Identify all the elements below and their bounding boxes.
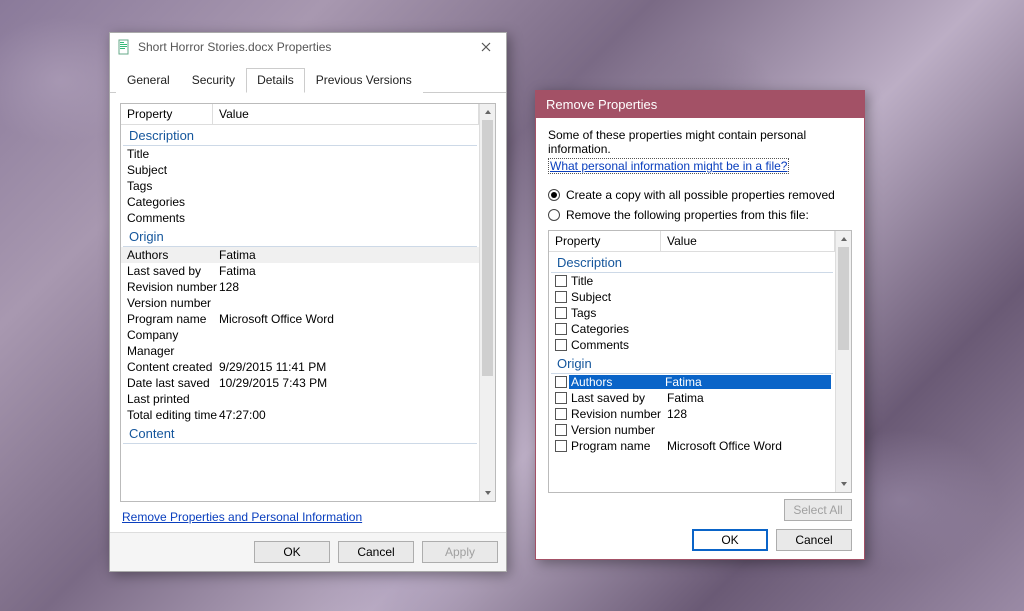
checkbox-icon [555,392,567,404]
column-value[interactable]: Value [661,231,835,251]
group-origin: Origin [123,226,477,247]
list-header[interactable]: Property Value [549,231,835,252]
checkbox-icon [555,323,567,335]
group-description: Description [123,125,477,146]
titlebar[interactable]: Remove Properties [536,91,864,118]
row-company[interactable]: Company [121,327,479,343]
note-text: Some of these properties might contain p… [548,128,852,156]
scroll-down-icon[interactable] [480,485,495,501]
radio-label: Create a copy with all possible properti… [566,188,835,202]
ok-button[interactable]: OK [254,541,330,563]
checkbox-icon [555,440,567,452]
scrollbar[interactable] [479,104,495,501]
scroll-up-icon[interactable] [480,104,495,120]
cancel-button[interactable]: Cancel [776,529,852,551]
check-program-name[interactable]: Program nameMicrosoft Office Word [549,438,835,454]
title-suffix: Properties [277,40,332,54]
titlebar[interactable]: Short Horror Stories.docx Properties [110,33,506,63]
document-icon [116,39,132,55]
row-last-printed[interactable]: Last printed [121,391,479,407]
scrollbar[interactable] [835,231,851,492]
checkbox-icon [555,307,567,319]
row-date-last-saved[interactable]: Date last saved10/29/2015 7:43 PM [121,375,479,391]
close-button[interactable] [472,37,500,57]
checkbox-icon [555,376,567,388]
row-authors[interactable]: AuthorsFatima [121,247,479,263]
apply-button[interactable]: Apply [422,541,498,563]
row-comments[interactable]: Comments [121,210,479,226]
dialog-buttons: OK Cancel Apply [110,532,506,571]
cancel-button[interactable]: Cancel [338,541,414,563]
checkbox-icon [555,339,567,351]
check-last-saved-by[interactable]: Last saved byFatima [549,390,835,406]
check-subject[interactable]: Subject [549,289,835,305]
column-value[interactable]: Value [213,104,479,124]
select-all-button[interactable]: Select All [784,499,852,521]
tab-previous-versions[interactable]: Previous Versions [305,68,423,93]
check-categories[interactable]: Categories [549,321,835,337]
check-version-number[interactable]: Version number [549,422,835,438]
check-comments[interactable]: Comments [549,337,835,353]
group-content: Content [123,423,477,444]
file-properties-dialog: Short Horror Stories.docx Properties Gen… [109,32,507,572]
column-property[interactable]: Property [549,231,661,251]
row-subject[interactable]: Subject [121,162,479,178]
details-list: Property Value Description Title Subject… [120,103,496,502]
column-property[interactable]: Property [121,104,213,124]
row-tags[interactable]: Tags [121,178,479,194]
row-title[interactable]: Title [121,146,479,162]
row-manager[interactable]: Manager [121,343,479,359]
scroll-down-icon[interactable] [836,476,851,492]
row-categories[interactable]: Categories [121,194,479,210]
checkbox-icon [555,275,567,287]
checkbox-icon [555,424,567,436]
title-filename: Short Horror Stories.docx [138,40,273,54]
row-version-number[interactable]: Version number [121,295,479,311]
radio-icon [548,189,560,201]
tab-security[interactable]: Security [181,68,246,93]
dialog-buttons: OK Cancel [548,521,852,551]
list-header[interactable]: Property Value [121,104,479,125]
tab-strip: General Security Details Previous Versio… [110,67,506,93]
check-authors[interactable]: AuthorsFatima [549,374,835,390]
row-content-created[interactable]: Content created9/29/2015 11:41 PM [121,359,479,375]
ok-button[interactable]: OK [692,529,768,551]
row-revision-number[interactable]: Revision number128 [121,279,479,295]
radio-label: Remove the following properties from thi… [566,208,809,222]
radio-icon [548,209,560,221]
checkbox-icon [555,291,567,303]
group-description: Description [551,252,833,273]
row-program-name[interactable]: Program nameMicrosoft Office Word [121,311,479,327]
tab-general[interactable]: General [116,68,181,93]
radio-create-copy[interactable]: Create a copy with all possible properti… [548,188,852,202]
check-tags[interactable]: Tags [549,305,835,321]
check-revision-number[interactable]: Revision number128 [549,406,835,422]
remove-properties-link[interactable]: Remove Properties and Personal Informati… [120,502,496,528]
remove-list: Property Value Description Title Subject… [548,230,852,493]
check-title[interactable]: Title [549,273,835,289]
row-total-editing-time[interactable]: Total editing time47:27:00 [121,407,479,423]
radio-remove-following[interactable]: Remove the following properties from thi… [548,208,852,222]
tab-details[interactable]: Details [246,68,305,93]
row-last-saved-by[interactable]: Last saved byFatima [121,263,479,279]
remove-properties-dialog: Remove Properties Some of these properti… [535,90,865,560]
info-link[interactable]: What personal information might be in a … [548,158,789,174]
group-origin: Origin [551,353,833,374]
scroll-up-icon[interactable] [836,231,851,247]
checkbox-icon [555,408,567,420]
